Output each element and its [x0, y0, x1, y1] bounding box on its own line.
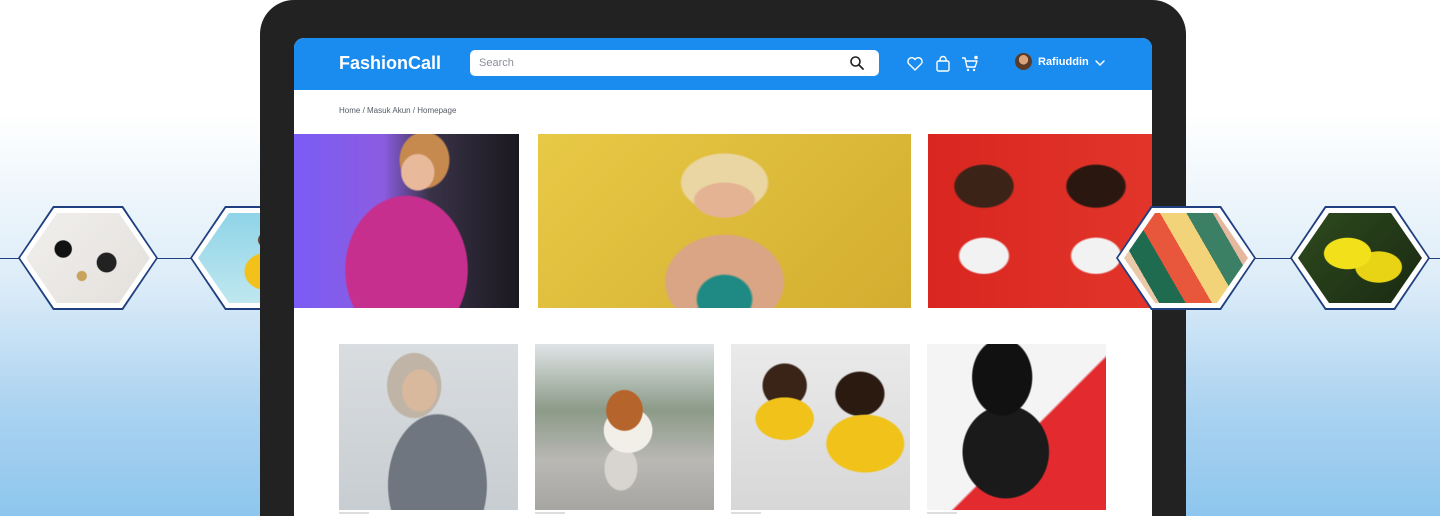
user-name[interactable]: Rafiuddin: [1038, 56, 1089, 68]
chevron-down-icon[interactable]: [1094, 57, 1106, 69]
product-woman-black-hat[interactable]: [927, 344, 1106, 510]
connector-line-right-1: [1250, 258, 1296, 259]
bag-icon[interactable]: [934, 55, 952, 73]
avatar[interactable]: [1015, 53, 1032, 70]
brand-logo[interactable]: FashionCall: [339, 53, 441, 74]
banner-woman-pink-sweater[interactable]: [294, 134, 519, 308]
connector-line-left-2: [154, 258, 194, 259]
product-woman-grey-shirt[interactable]: [339, 344, 518, 510]
product-women-yellow-sportswear[interactable]: [731, 344, 910, 510]
app-screen: FashionCall Rafiuddin Home / Masuk Akun: [294, 38, 1152, 516]
product-caption-4: [927, 512, 957, 514]
navbar: FashionCall Rafiuddin: [294, 38, 1152, 90]
search-input[interactable]: [479, 55, 829, 71]
product-caption-1: [339, 512, 369, 514]
heart-icon[interactable]: [906, 55, 924, 73]
product-woman-striped-sweater[interactable]: [535, 344, 714, 510]
breadcrumb: Home / Masuk Akun / Homepage: [339, 106, 457, 115]
product-caption-3: [731, 512, 761, 514]
banner-woman-sunglasses[interactable]: [538, 134, 911, 308]
search-bar: [470, 50, 879, 76]
cart-icon[interactable]: [961, 55, 979, 73]
hex-yellow-sneakers: [1290, 206, 1430, 310]
banner-women-high-five[interactable]: [928, 134, 1152, 308]
product-caption-2: [535, 512, 565, 514]
hex-accessories: [18, 206, 158, 310]
search-icon[interactable]: [849, 55, 865, 71]
